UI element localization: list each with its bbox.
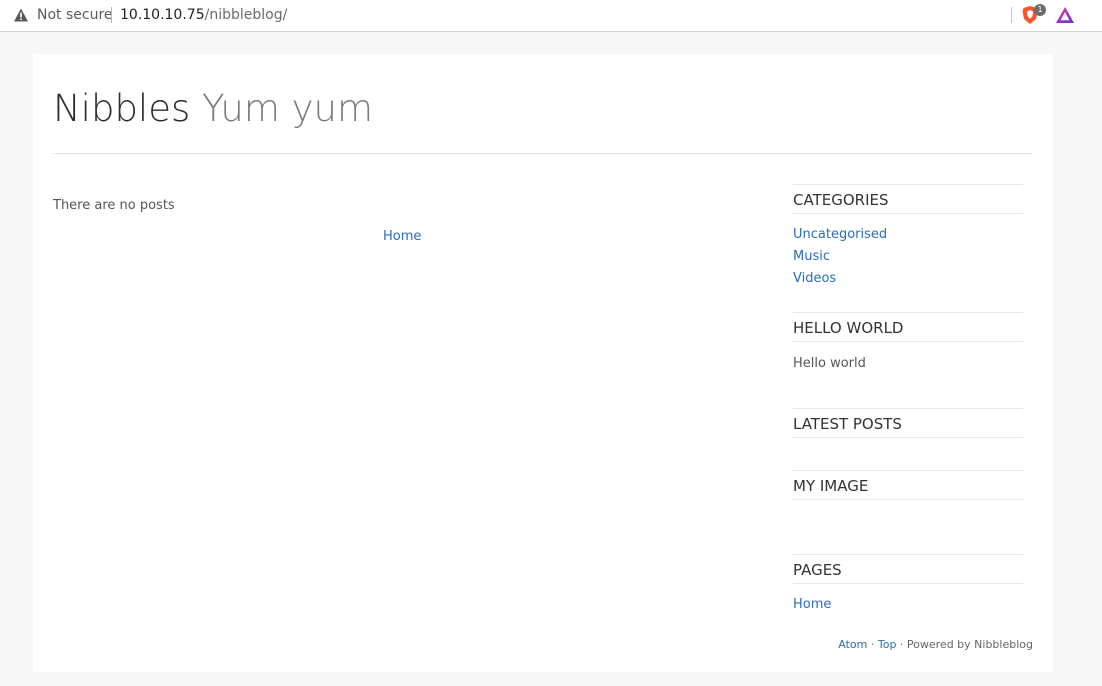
list-item: Music [793, 246, 1023, 268]
pages-list: Home [793, 594, 1023, 616]
my-image-title: MY IMAGE [793, 470, 1023, 500]
blog-name[interactable]: Nibbles [53, 87, 190, 130]
categories-widget: CATEGORIES Uncategorised Music Videos [793, 184, 1023, 290]
latest-posts-title: LATEST POSTS [793, 408, 1023, 438]
category-uncategorised-link[interactable]: Uncategorised [793, 227, 887, 242]
list-item: Videos [793, 268, 1023, 290]
powered-by-text: · Powered by Nibbleblog [896, 638, 1033, 651]
site-footer: Atom · Top · Powered by Nibbleblog [838, 638, 1033, 652]
warning-icon[interactable] [13, 7, 29, 23]
main-content: There are no posts Home [53, 197, 753, 244]
url-field[interactable]: 10.10.10.75/nibbleblog/ [120, 6, 287, 24]
footer-separator: · [867, 638, 878, 651]
category-videos-link[interactable]: Videos [793, 271, 836, 286]
security-status-label[interactable]: Not secure [37, 6, 113, 24]
hello-world-text: Hello world [793, 356, 866, 371]
site-header: Nibbles Yum yum [53, 84, 1032, 154]
top-link[interactable]: Top [878, 638, 897, 651]
category-music-link[interactable]: Music [793, 249, 830, 264]
blog-page: Nibbles Yum yum There are no posts Home … [33, 54, 1053, 672]
page-home-link[interactable]: Home [793, 597, 831, 612]
no-posts-message: There are no posts [53, 198, 175, 213]
pages-widget: PAGES Home [793, 554, 1023, 616]
site-title: Nibbles Yum yum [53, 84, 1032, 134]
atom-feed-link[interactable]: Atom [838, 638, 867, 651]
hello-world-title: HELLO WORLD [793, 312, 1023, 342]
pages-title: PAGES [793, 554, 1023, 584]
pager-home-link[interactable]: Home [383, 228, 421, 246]
my-image-widget: MY IMAGE [793, 470, 1023, 500]
url-host: 10.10.10.75 [120, 7, 205, 23]
url-path: /nibbleblog/ [204, 7, 288, 23]
hello-world-widget: HELLO WORLD Hello world [793, 312, 1023, 375]
shields-count-badge: 1 [1034, 4, 1046, 16]
browser-address-bar: Not secure 10.10.10.75/nibbleblog/ 1 [0, 0, 1102, 32]
list-item: Home [793, 594, 1023, 616]
blog-slogan: Yum yum [202, 87, 374, 130]
extensions-divider [1011, 7, 1012, 23]
address-divider [111, 7, 112, 23]
brave-rewards-icon[interactable] [1055, 6, 1075, 24]
latest-posts-widget: LATEST POSTS [793, 408, 1023, 438]
categories-title: CATEGORIES [793, 184, 1023, 214]
categories-list: Uncategorised Music Videos [793, 224, 1023, 290]
list-item: Uncategorised [793, 224, 1023, 246]
